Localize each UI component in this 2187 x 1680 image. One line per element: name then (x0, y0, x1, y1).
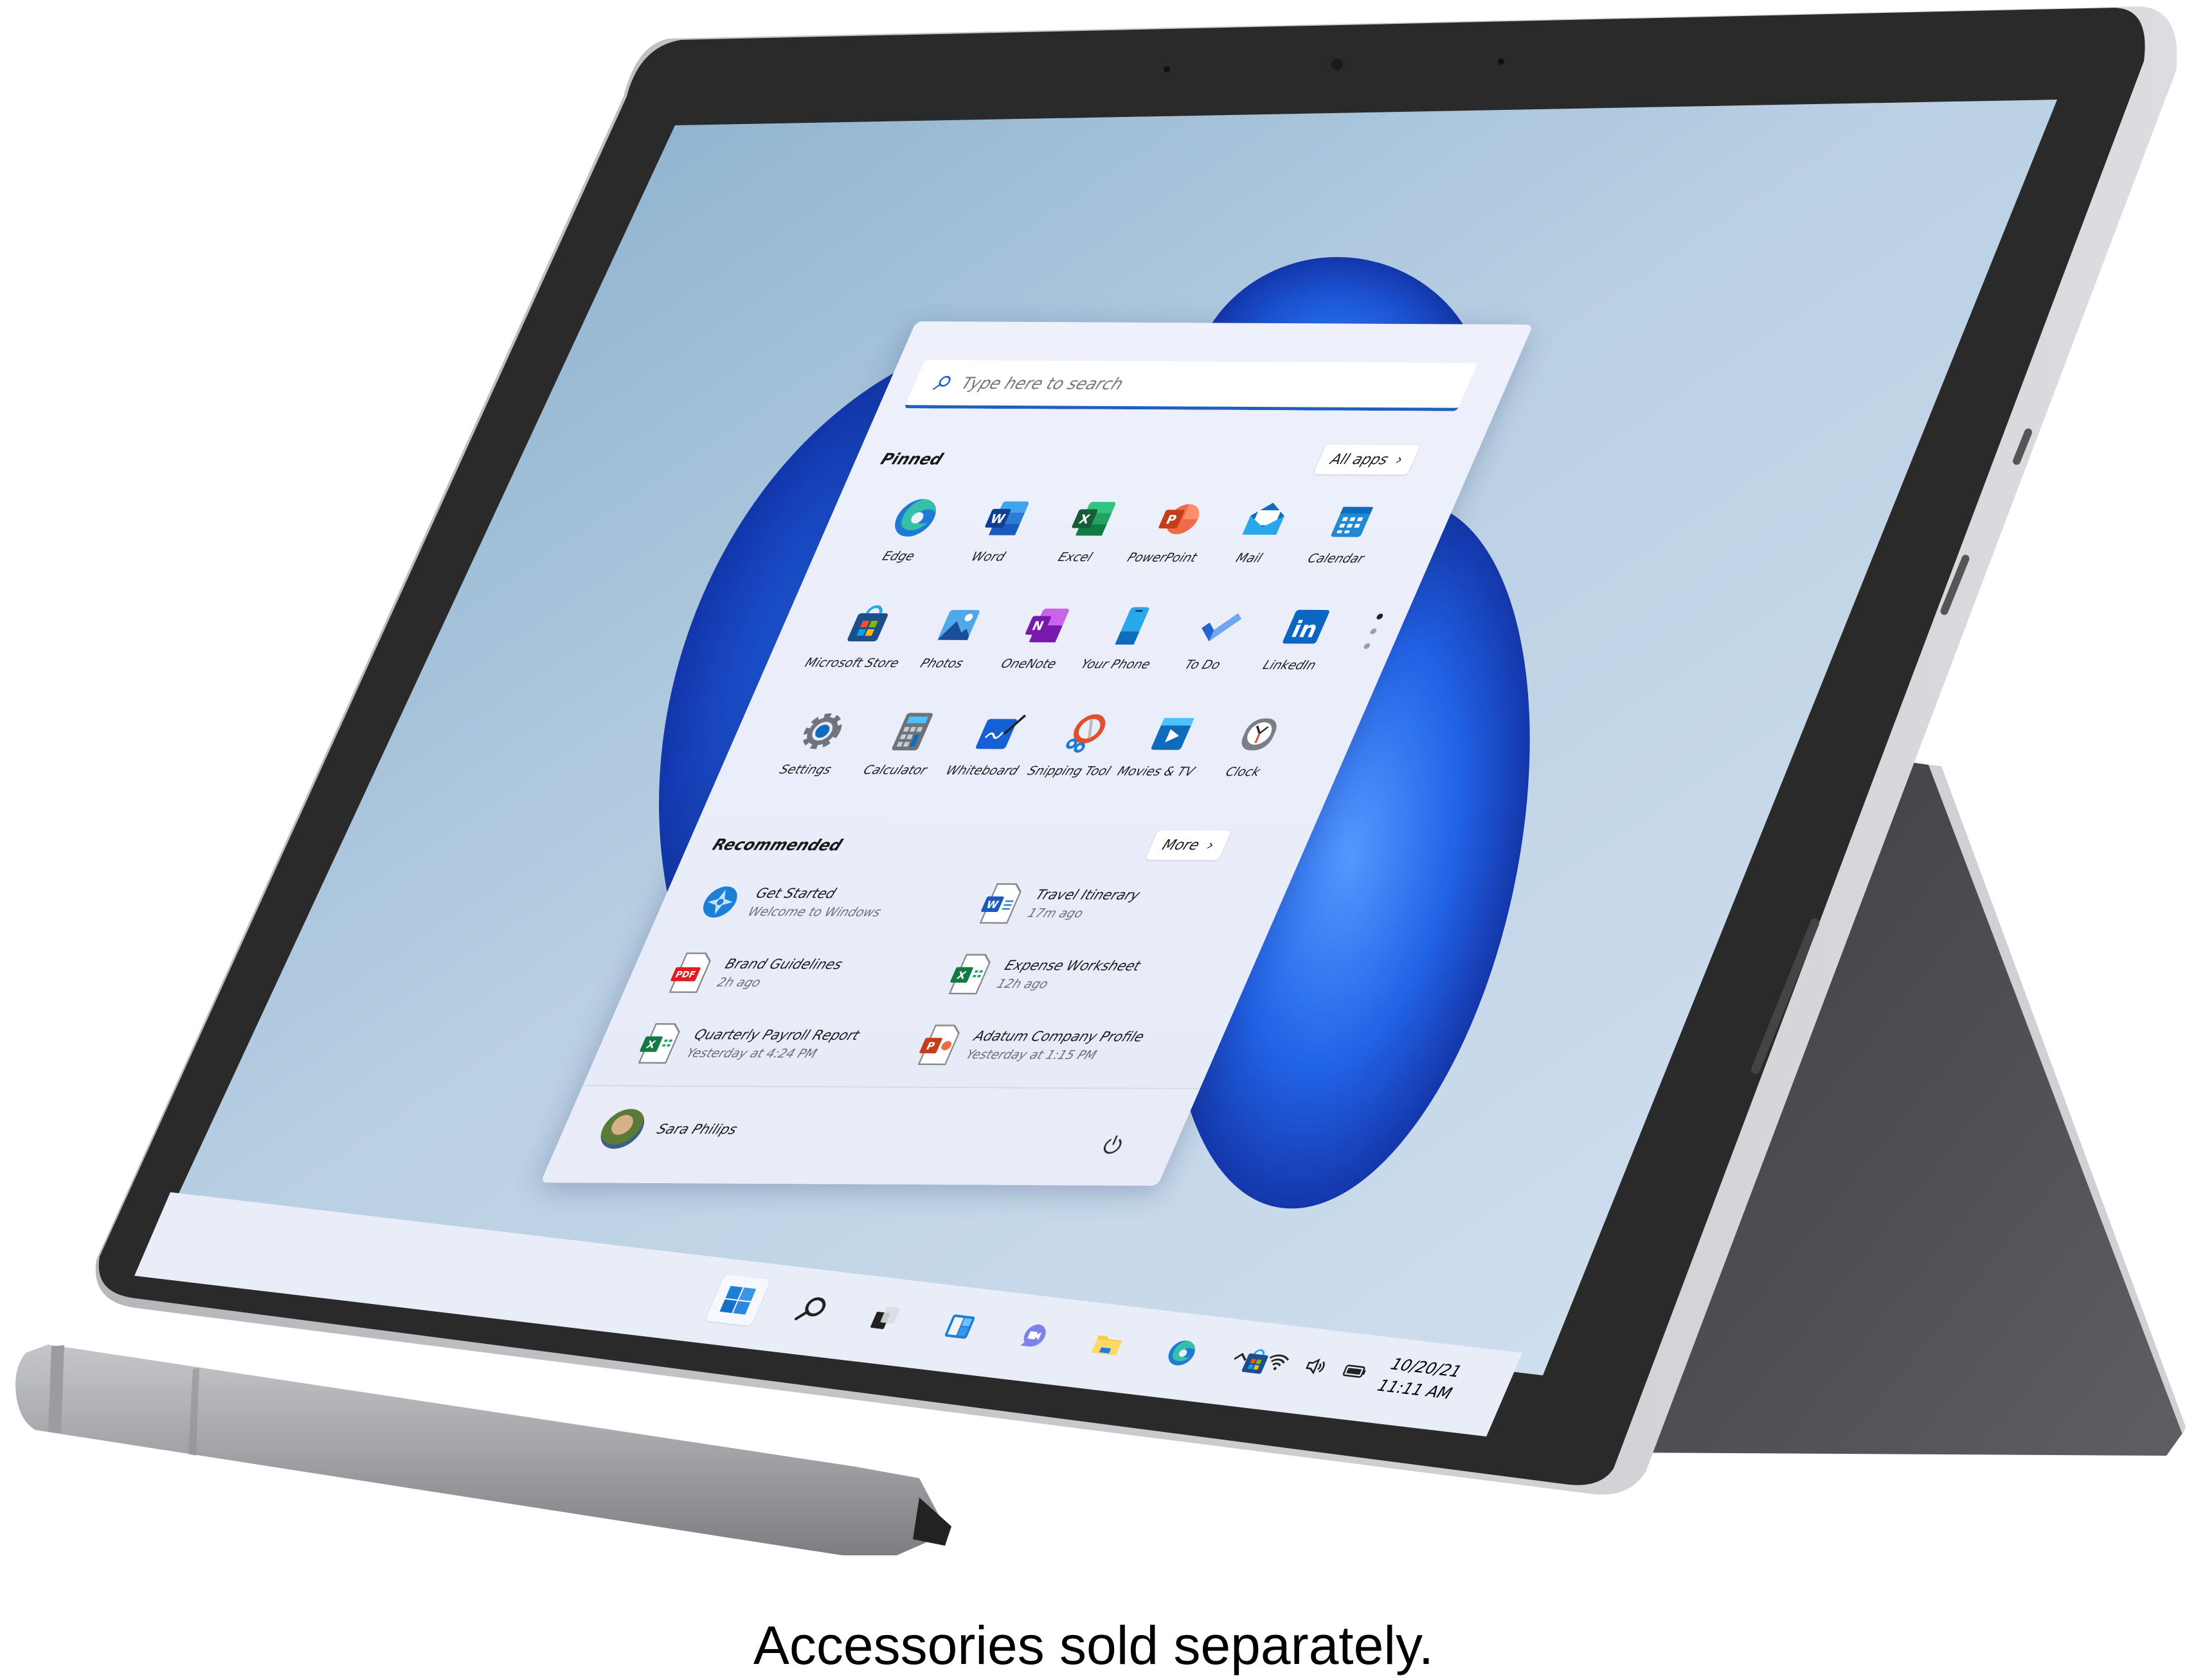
onenote-icon: N (1025, 608, 1069, 643)
start-menu-footer: Sara Philips (540, 1085, 1201, 1186)
avatar (593, 1109, 651, 1149)
folder-icon (1091, 1335, 1122, 1356)
camera-dot (1331, 58, 1343, 70)
recommended-item-expense-worksheet[interactable]: X Expense Worksheet 12h ago (941, 953, 1220, 997)
search-icon (794, 1297, 826, 1321)
excel-doc-icon: X (948, 954, 991, 995)
photos-icon (937, 609, 980, 640)
calendar-icon (1331, 506, 1374, 537)
whiteboard-icon (975, 714, 1026, 749)
camera-dot (1164, 66, 1170, 73)
recommended-item-get-started[interactable]: Get Started Welcome to Windows (692, 880, 971, 924)
recommended-item-brand-guidelines[interactable]: PDF Brand Guidelines 2h ago (662, 951, 941, 995)
recommended-item-quarterly-payroll-report[interactable]: X Quarterly Payroll Report Yesterday at 4… (631, 1022, 910, 1066)
phone-icon (1115, 607, 1149, 645)
excel-icon: X (1072, 501, 1115, 536)
user-name: Sara Philips (654, 1121, 740, 1138)
chevron-right-icon: › (1392, 451, 1406, 468)
all-apps-button[interactable]: All apps › (1313, 444, 1420, 475)
volume-icon[interactable] (1300, 1354, 1331, 1379)
edge-icon (1168, 1340, 1196, 1366)
task-view-icon (870, 1306, 900, 1329)
recommended-item-travel-itinerary[interactable]: W Travel Itinerary 17m ago (972, 882, 1251, 926)
snipping-tool-icon (1066, 714, 1106, 753)
pinned-heading: Pinned (878, 450, 946, 469)
system-tray: 10/20/21 11:11 AM (1222, 1334, 1465, 1405)
taskbar-widgets-button[interactable] (927, 1301, 993, 1352)
accessories-disclaimer: Accessories sold separately. (753, 1615, 1434, 1676)
windows-start-icon (719, 1285, 757, 1315)
taskbar-search-button[interactable] (779, 1283, 845, 1335)
todo-icon (1202, 613, 1242, 641)
page-dot[interactable] (1369, 628, 1378, 634)
taskbar-edge-button[interactable] (1149, 1327, 1214, 1379)
mail-icon (1242, 503, 1284, 535)
taskbar-clock[interactable]: 10/20/21 11:11 AM (1374, 1352, 1465, 1404)
clock-icon (1241, 718, 1277, 751)
pinned-apps-grid: Edge W Word X Excel P PowerPoint Mail Ca… (756, 495, 1406, 779)
movies-tv-icon (1151, 718, 1194, 750)
word-doc-icon: W (979, 883, 1022, 924)
powerpoint-doc-icon: P (917, 1024, 960, 1066)
linkedin-icon: in (1282, 609, 1330, 644)
all-apps-label: All apps (1328, 451, 1391, 468)
taskbar-file-explorer-button[interactable] (1075, 1318, 1140, 1370)
more-label: More (1159, 837, 1202, 853)
start-search-box[interactable] (904, 360, 1478, 411)
calculator-icon (892, 713, 933, 751)
powerpoint-icon: P (1158, 504, 1200, 535)
recommended-item-adatum-company-profile[interactable]: P Adatum Company Profile Yesterday at 1:1… (910, 1024, 1189, 1068)
taskbar-start-button[interactable] (705, 1274, 771, 1327)
camera-dot (1498, 58, 1504, 65)
settings-icon (802, 713, 842, 749)
pdf-doc-icon: PDF (669, 952, 711, 994)
user-account-button[interactable]: Sara Philips (593, 1109, 745, 1149)
edge-icon (895, 499, 936, 537)
widgets-icon (944, 1314, 975, 1339)
battery-icon[interactable] (1339, 1359, 1371, 1383)
chat-icon (1020, 1324, 1046, 1347)
search-icon (933, 375, 951, 390)
pinned-page-indicator[interactable] (1362, 613, 1384, 649)
excel-doc-icon: X (638, 1023, 680, 1064)
power-icon[interactable] (1097, 1134, 1129, 1156)
recommended-heading: Recommended (709, 836, 845, 855)
page-dot[interactable] (1362, 643, 1371, 649)
taskbar-chat-button[interactable] (1001, 1310, 1066, 1361)
search-input[interactable] (957, 373, 1419, 395)
product-photo-scene: Pinned All apps › Edge W Word X Excel (0, 0, 2187, 1680)
get-started-icon (703, 886, 737, 918)
page-dot-active[interactable] (1375, 613, 1384, 620)
taskbar-task-view-button[interactable] (853, 1292, 919, 1343)
recommended-list: Get Started Welcome to Windows W Travel I… (631, 880, 1251, 1067)
more-button[interactable]: More › (1145, 830, 1232, 861)
store-icon (847, 605, 888, 642)
word-icon: W (984, 501, 1029, 535)
wifi-icon[interactable] (1263, 1350, 1293, 1374)
chevron-right-icon: › (1203, 837, 1217, 853)
